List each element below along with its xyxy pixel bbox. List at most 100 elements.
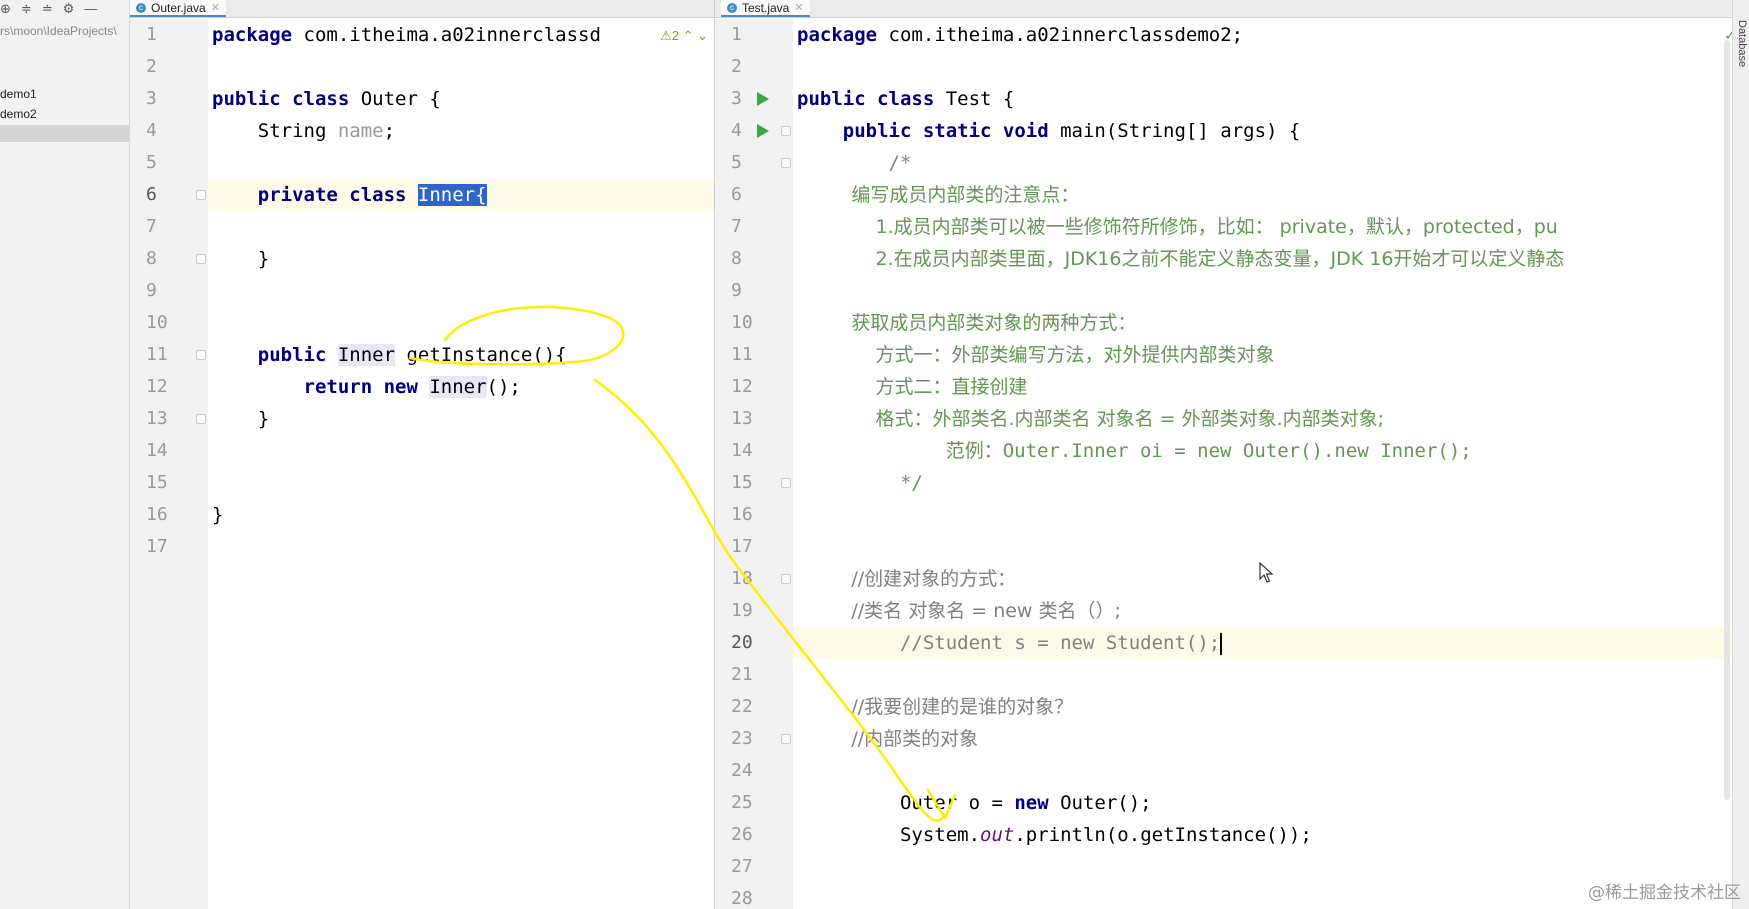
line-number: 4 — [146, 120, 157, 141]
code-line-12[interactable]: return new Inner(); — [212, 371, 714, 403]
text-caret — [1220, 632, 1223, 655]
expand-all-icon[interactable]: ≑ — [21, 1, 32, 17]
line-number: 27 — [731, 856, 753, 877]
line-number: 14 — [146, 440, 168, 461]
line-number: 13 — [146, 408, 168, 429]
line-number: 1 — [731, 24, 742, 45]
line-number: 9 — [146, 280, 157, 301]
editor-scrollbar[interactable] — [1724, 40, 1730, 800]
code-line-14[interactable]: 范例：Outer.Inner oi = new Outer().new Inne… — [797, 435, 1733, 467]
tab-outer-java[interactable]: c Outer.java ✕ — [130, 0, 226, 17]
database-tool-strip[interactable]: Database — [1732, 0, 1749, 909]
fold-marker-icon[interactable] — [781, 126, 791, 136]
line-number: 20 — [731, 632, 753, 653]
watermark: @稀土掘金技术社区 — [1588, 883, 1741, 903]
code-line-13[interactable]: 格式：外部类名.内部类名 对象名 = 外部类对象.内部类对象; — [797, 403, 1733, 435]
run-icon[interactable] — [757, 124, 769, 138]
tab-label: Outer.java — [151, 0, 206, 15]
line-number: 12 — [731, 376, 753, 397]
code-area[interactable]: package com.itheima.a02innerclassdemo2; … — [793, 19, 1733, 909]
line-number: 26 — [731, 824, 753, 845]
line-number: 17 — [731, 536, 753, 557]
code-area[interactable]: package com.itheima.a02innerclassd publi… — [208, 19, 714, 909]
code-line-12[interactable]: 方式二：直接创建 — [797, 371, 1733, 403]
target-icon[interactable]: ⊕ — [0, 1, 11, 17]
tree-item-demo2[interactable]: demo2 — [0, 107, 37, 121]
tab-test-java[interactable]: c Test.java ✕ — [721, 0, 810, 17]
code-line-4[interactable]: public static void main(String[] args) { — [797, 115, 1733, 147]
code-line-8[interactable]: 2.在成员内部类里面，JDK16之前不能定义静态变量，JDK 16开始才可以定义… — [797, 243, 1733, 275]
class-icon: c — [727, 2, 737, 13]
code-line-7[interactable]: 1.成员内部类可以被一些修饰符所修饰，比如： private，默认，protec… — [797, 211, 1733, 243]
tab-label: Test.java — [742, 0, 790, 15]
code-line-25[interactable]: Outer o = new Outer(); — [797, 787, 1733, 819]
fold-marker-icon[interactable] — [196, 414, 206, 424]
code-line-22[interactable]: //我要创建的是谁的对象？ — [797, 691, 1733, 723]
line-number: 2 — [146, 56, 157, 77]
code-line-6[interactable]: 编写成员内部类的注意点： — [797, 179, 1733, 211]
code-line-5[interactable]: /* — [797, 147, 1733, 179]
line-number: 3 — [146, 88, 157, 109]
collapse-all-icon[interactable]: ≐ — [42, 1, 53, 17]
code-line-13[interactable]: } — [212, 403, 714, 435]
code-line-1[interactable]: package com.itheima.a02innerclassdemo2; — [797, 19, 1733, 51]
line-number: 6 — [731, 184, 742, 205]
fold-marker-icon[interactable] — [781, 478, 791, 488]
close-icon[interactable]: ✕ — [794, 1, 803, 14]
line-number: 22 — [731, 696, 753, 717]
fold-marker-icon[interactable] — [781, 574, 791, 584]
line-number: 10 — [146, 312, 168, 333]
line-number: 7 — [146, 216, 157, 237]
line-number: 16 — [731, 504, 753, 525]
line-number: 12 — [146, 376, 168, 397]
tree-item-demo1[interactable]: demo1 — [0, 87, 37, 101]
line-number: 19 — [731, 600, 753, 621]
code-line-11[interactable]: 方式一：外部类编写方法，对外提供内部类对象 — [797, 339, 1733, 371]
gear-icon[interactable]: ⚙ — [63, 1, 75, 17]
class-icon: c — [136, 2, 146, 13]
line-number: 18 — [731, 568, 753, 589]
line-number: 1 — [146, 24, 157, 45]
code-line-4[interactable]: String name; — [212, 115, 714, 147]
line-number: 11 — [731, 344, 753, 365]
line-number: 9 — [731, 280, 742, 301]
code-line-3[interactable]: public class Test { — [797, 83, 1733, 115]
code-line-3[interactable]: public class Outer { — [212, 83, 714, 115]
fold-marker-icon[interactable] — [781, 158, 791, 168]
close-icon[interactable]: ✕ — [211, 1, 220, 14]
database-label[interactable]: Database — [1736, 20, 1748, 67]
line-number: 24 — [731, 760, 753, 781]
minimize-icon[interactable]: — — [84, 1, 97, 16]
line-gutter: 1 2 3 4 5 6 7 8 9 10 11 12 13 14 15 16 17 18 19 20 21 22 23 24 2… — [715, 19, 793, 909]
fold-marker-icon[interactable] — [196, 350, 206, 360]
fold-marker-icon[interactable] — [196, 254, 206, 264]
code-line-15[interactable]: */ — [797, 467, 1733, 499]
line-number: 8 — [146, 248, 157, 269]
run-icon[interactable] — [757, 92, 769, 106]
code-line-23[interactable]: //内部类的对象 — [797, 723, 1733, 755]
line-number: 7 — [731, 216, 742, 237]
code-line-6[interactable]: private class Inner{ — [212, 179, 714, 211]
project-path: rs\moon\IdeaProjects\ — [0, 24, 117, 38]
code-line-8[interactable]: } — [212, 243, 714, 275]
sidebar-toolbar: ⊕ ≑ ≐ ⚙ — — [0, 0, 129, 17]
editor-test-java: c Test.java ✕ 1 2 3 4 5 6 7 8 9 10 11 12 13 14 15 16 17 1… — [714, 0, 1749, 909]
line-number: 15 — [146, 472, 168, 493]
code-line-20[interactable]: //Student s = new Student(); — [797, 627, 1733, 659]
line-number: 5 — [731, 152, 742, 173]
code-line-10[interactable]: 获取成员内部类对象的两种方式： — [797, 307, 1733, 339]
code-line-19[interactable]: //类名 对象名 = new 类名（）; — [797, 595, 1733, 627]
code-line-16[interactable]: } — [212, 499, 714, 531]
fold-marker-icon[interactable] — [781, 734, 791, 744]
project-sidebar: ⊕ ≑ ≐ ⚙ — rs\moon\IdeaProjects\ demo1 de… — [0, 0, 130, 909]
code-line-1[interactable]: package com.itheima.a02innerclassd — [212, 19, 714, 51]
editor-outer-java: c Outer.java ✕ ⚠2 ⌃ ⌄ 1 2 3 4 5 6 7 8 9 10 11 12 13 1… — [130, 0, 714, 909]
line-number: 2 — [731, 56, 742, 77]
line-number: 10 — [731, 312, 753, 333]
code-line-26[interactable]: System.out.println(o.getInstance()); — [797, 819, 1733, 851]
tree-selection[interactable] — [0, 125, 129, 142]
editor-tabbar: c Outer.java ✕ — [130, 0, 714, 18]
line-number: 11 — [146, 344, 168, 365]
fold-marker-icon[interactable] — [196, 190, 206, 200]
code-line-11[interactable]: public Inner getInstance(){ — [212, 339, 714, 371]
